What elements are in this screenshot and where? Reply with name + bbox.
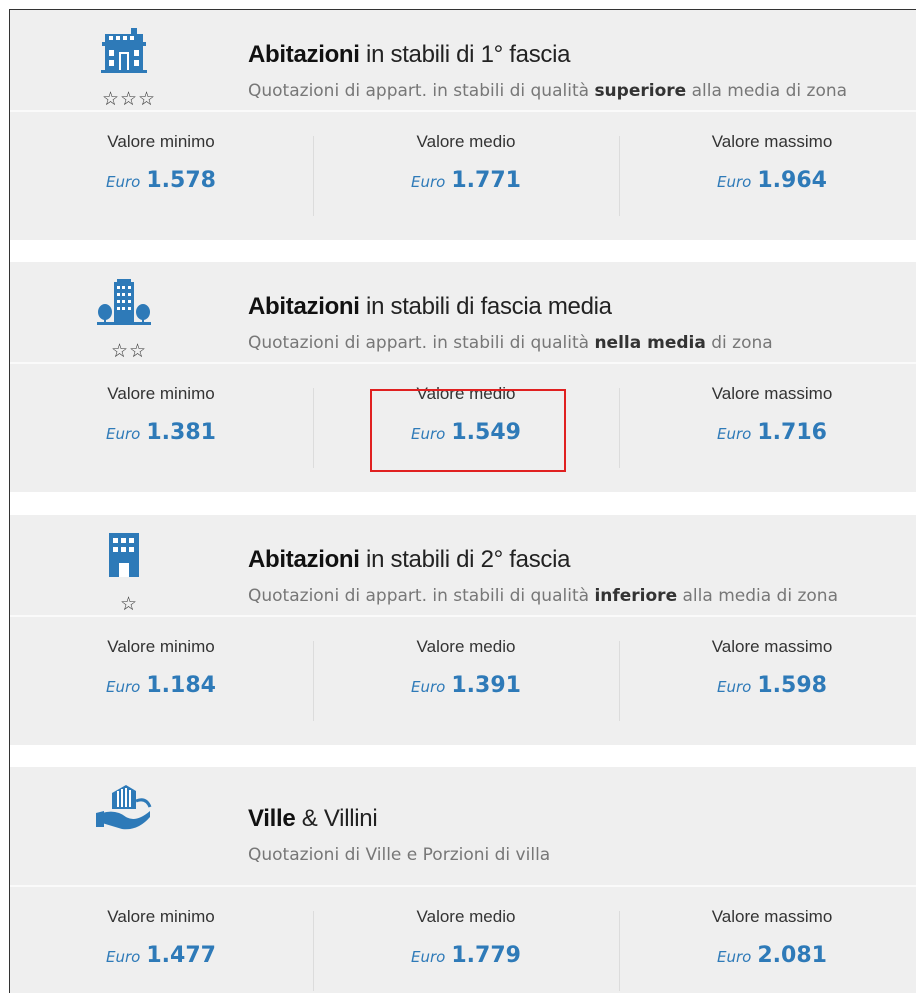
price-values-row: Valore minimo Euro 1.381 Valore medio Eur… xyxy=(10,364,916,484)
valore-medio-label: Valore medio xyxy=(416,907,516,926)
valore-massimo: Valore massimo Euro 2.081 xyxy=(677,887,867,993)
townhouse-building-icon xyxy=(94,26,154,76)
category-title: Abitazioni in stabili di 2° fascia xyxy=(248,546,571,573)
category-subtitle: Quotazioni di appart. in stabili di qual… xyxy=(248,81,848,101)
valore-minimo-label: Valore minimo xyxy=(107,907,215,926)
valore-minimo: Valore minimo Euro 1.578 xyxy=(66,112,256,232)
valore-minimo-label: Valore minimo xyxy=(107,637,215,656)
valore-massimo-value: Euro 1.964 xyxy=(717,168,827,193)
valore-massimo-value: Euro 1.716 xyxy=(717,420,827,445)
valore-minimo-value: Euro 1.578 xyxy=(106,168,216,193)
quotazioni-panel: ☆☆☆ Abitazioni in stabili di 1° fascia Q… xyxy=(9,9,916,993)
valore-massimo-label: Valore massimo xyxy=(711,637,833,656)
category-title: Abitazioni in stabili di fascia media xyxy=(248,293,612,320)
valore-medio-value: Euro 1.391 xyxy=(411,673,521,698)
category-title: Abitazioni in stabili di 1° fascia xyxy=(248,41,571,68)
valore-medio: Valore medio Euro 1.771 xyxy=(371,112,561,232)
valore-minimo-value: Euro 1.381 xyxy=(106,420,216,445)
category-subtitle: Quotazioni di appart. in stabili di qual… xyxy=(248,333,773,353)
apartment-building-trees-icon xyxy=(94,278,154,328)
quality-stars: ☆☆ xyxy=(110,340,148,362)
quality-stars: ☆☆☆ xyxy=(101,88,157,110)
valore-minimo-label: Valore minimo xyxy=(107,384,215,403)
valore-massimo-value: Euro 1.598 xyxy=(717,673,827,698)
highlight-box xyxy=(370,389,566,472)
valore-massimo: Valore massimo Euro 1.964 xyxy=(677,112,867,232)
valore-minimo-value: Euro 1.477 xyxy=(106,943,216,968)
valore-medio-label: Valore medio xyxy=(416,637,516,656)
price-values-row: Valore minimo Euro 1.578 Valore medio Eur… xyxy=(10,112,916,232)
category-subtitle: Quotazioni di appart. in stabili di qual… xyxy=(248,586,838,606)
valore-medio-value: Euro 1.771 xyxy=(411,168,521,193)
office-building-icon xyxy=(94,531,154,581)
category-subtitle: Quotazioni di Ville e Porzioni di villa xyxy=(248,845,551,865)
category-card-fascia-media: ☆☆ Abitazioni in stabili di fascia media… xyxy=(10,262,916,492)
valore-medio: Valore medio Euro 1.391 xyxy=(371,617,561,737)
valore-massimo: Valore massimo Euro 1.598 xyxy=(677,617,867,737)
valore-medio: Valore medio Euro 1.779 xyxy=(371,887,561,993)
price-values-row: Valore minimo Euro 1.477 Valore medio Eur… xyxy=(10,887,916,993)
category-title: Ville & Villini xyxy=(248,805,378,832)
valore-massimo-label: Valore massimo xyxy=(711,384,833,403)
quality-stars: ☆ xyxy=(119,593,139,615)
valore-massimo-label: Valore massimo xyxy=(711,907,833,926)
valore-minimo: Valore minimo Euro 1.184 xyxy=(66,617,256,737)
price-values-row: Valore minimo Euro 1.184 Valore medio Eur… xyxy=(10,617,916,737)
valore-medio-value: Euro 1.779 xyxy=(411,943,521,968)
valore-minimo-value: Euro 1.184 xyxy=(106,673,216,698)
valore-massimo-value: Euro 2.081 xyxy=(717,943,827,968)
category-card-2a-fascia: ☆ Abitazioni in stabili di 2° fascia Quo… xyxy=(10,515,916,745)
valore-medio-label: Valore medio xyxy=(416,132,516,151)
valore-massimo: Valore massimo Euro 1.716 xyxy=(677,364,867,484)
valore-minimo: Valore minimo Euro 1.381 xyxy=(66,364,256,484)
valore-massimo-label: Valore massimo xyxy=(711,132,833,151)
valore-minimo-label: Valore minimo xyxy=(107,132,215,151)
category-card-ville: Ville & Villini Quotazioni di Ville e Po… xyxy=(10,767,916,993)
valore-minimo: Valore minimo Euro 1.477 xyxy=(66,887,256,993)
category-card-1a-fascia: ☆☆☆ Abitazioni in stabili di 1° fascia Q… xyxy=(10,10,916,240)
house-in-hand-icon xyxy=(94,783,154,833)
